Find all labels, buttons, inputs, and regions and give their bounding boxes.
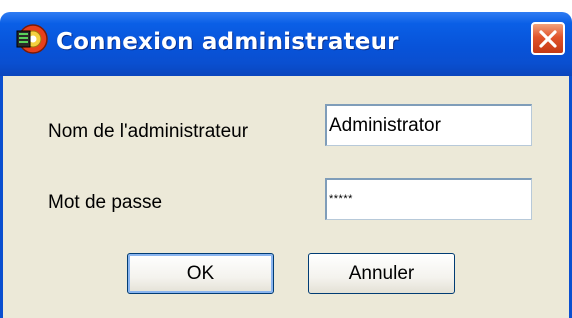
window-title: Connexion administrateur bbox=[56, 29, 399, 55]
cancel-button[interactable]: Annuler bbox=[308, 253, 455, 294]
dialog-body: Nom de l'administrateur Mot de passe OK … bbox=[0, 76, 572, 318]
title-bar[interactable]: Connexion administrateur bbox=[0, 0, 572, 76]
application-icon bbox=[14, 22, 48, 56]
close-button[interactable] bbox=[531, 22, 565, 55]
password-label: Mot de passe bbox=[48, 192, 163, 213]
username-input[interactable] bbox=[325, 104, 532, 146]
close-icon bbox=[539, 30, 557, 48]
ok-button[interactable]: OK bbox=[127, 253, 274, 294]
password-input[interactable] bbox=[325, 178, 532, 220]
username-label: Nom de l'administrateur bbox=[48, 121, 249, 142]
login-dialog: Connexion administrateur Nom de l'admini… bbox=[0, 0, 572, 318]
